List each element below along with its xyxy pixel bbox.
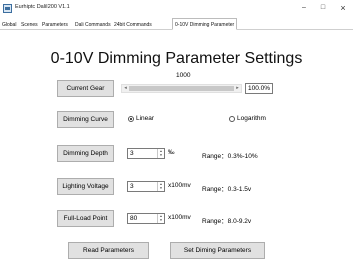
lighting-voltage-value: 3 [130, 183, 134, 190]
spin-down-icon[interactable]: ▼ [158, 186, 164, 190]
full-load-point-value: 80 [130, 215, 138, 222]
slider-thumb[interactable] [129, 86, 234, 91]
dimming-curve-button[interactable]: Dimming Curve [57, 111, 114, 128]
app-icon [3, 4, 12, 13]
dimming-depth-unit: ‰ [168, 149, 175, 156]
lighting-voltage-button[interactable]: Lighting Voltage [57, 178, 114, 195]
linear-radio-label: Linear [136, 115, 155, 122]
spin-arrows: ▲ ▼ [157, 214, 164, 223]
full-load-point-range: Range：8.0-9.2v [202, 218, 252, 225]
slider-left-arrow-icon[interactable]: ◂ [122, 85, 129, 92]
title-bar: Eurhiptc DaliI200 V1.1 – □ × [0, 0, 353, 18]
spin-down-icon[interactable]: ▼ [158, 218, 164, 222]
tab-bar: Global Scenes Parameters Dali Commands 2… [0, 18, 353, 30]
tab-0-10v-dimming-parameter[interactable]: 0-10V Dimming Parameter [172, 18, 238, 30]
tab-scenes[interactable]: Scenes [20, 20, 39, 30]
dimming-depth-button[interactable]: Dimming Depth [57, 145, 114, 162]
spin-down-icon[interactable]: ▼ [158, 153, 164, 157]
lighting-voltage-spinbox[interactable]: 3 ▲ ▼ [127, 181, 165, 192]
full-load-point-spinbox[interactable]: 80 ▲ ▼ [127, 213, 165, 224]
window-title: Eurhiptc DaliI200 V1.1 [15, 4, 70, 10]
full-load-point-button[interactable]: Full-Load Point [57, 210, 114, 227]
percent-field[interactable]: 100.0% [245, 83, 273, 94]
dimming-depth-value: 3 [130, 150, 134, 157]
current-gear-slider[interactable]: ◂ ▸ [121, 84, 242, 93]
minimize-button[interactable]: – [297, 2, 311, 14]
lighting-voltage-unit: x100mv [168, 182, 191, 189]
linear-radio[interactable] [128, 116, 134, 122]
current-gear-button[interactable]: Current Gear [57, 80, 114, 97]
read-parameters-button[interactable]: Read Parameters [68, 242, 149, 259]
spin-arrows: ▲ ▼ [157, 149, 164, 158]
lighting-voltage-range: Range：0.3-1.5v [202, 186, 252, 193]
slider-value: 1000 [176, 72, 191, 79]
dimming-depth-spinbox[interactable]: 3 ▲ ▼ [127, 148, 165, 159]
maximize-button[interactable]: □ [316, 2, 330, 14]
logarithm-radio-label: Logarithm [237, 115, 266, 122]
spin-arrows: ▲ ▼ [157, 182, 164, 191]
full-load-point-unit: x100mv [168, 214, 191, 221]
tab-global[interactable]: Global [1, 20, 17, 30]
logarithm-radio[interactable] [229, 116, 235, 122]
tab-dali-commands[interactable]: Dali Commands [74, 20, 112, 30]
slider-right-arrow-icon[interactable]: ▸ [234, 85, 241, 92]
page-title: 0-10V Dimming Parameter Settings [50, 50, 303, 67]
close-button[interactable]: × [336, 2, 350, 14]
set-diming-parameters-button[interactable]: Set Diming Parameters [170, 242, 265, 259]
dimming-depth-range: Range：0.3%-10% [202, 153, 258, 160]
tab-24bit-commands[interactable]: 24bit Commands [113, 20, 153, 30]
tab-parameters[interactable]: Parameters [41, 20, 69, 30]
